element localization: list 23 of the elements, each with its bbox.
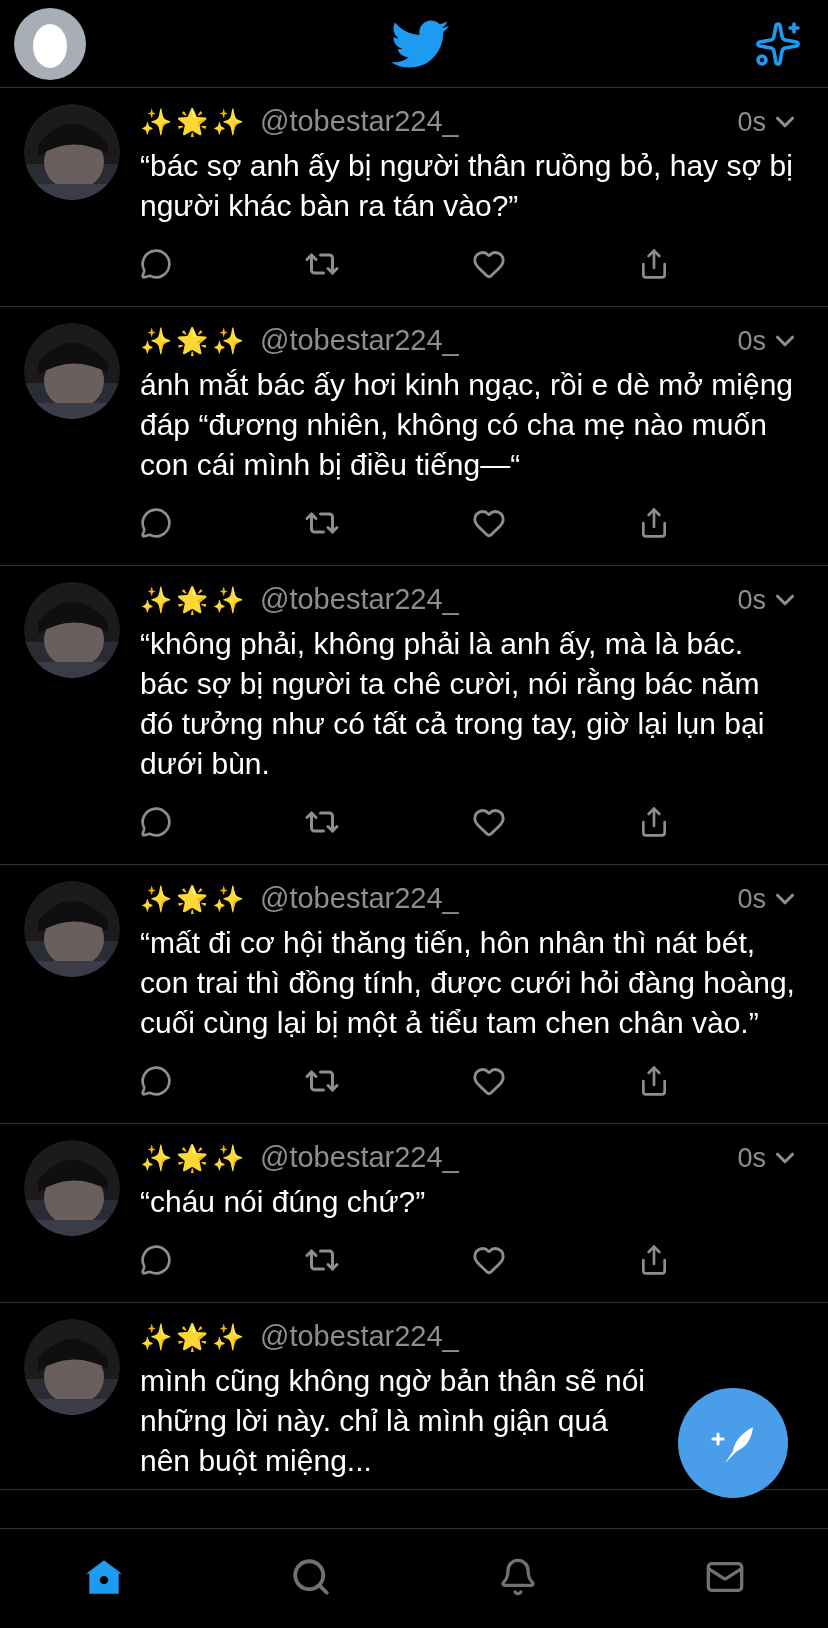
tweet-time: 0s xyxy=(737,105,766,139)
user-handle: @tobestar224_ xyxy=(260,323,459,359)
tweet-time: 0s xyxy=(737,583,766,617)
user-handle: @tobestar224_ xyxy=(260,582,459,618)
user-handle: @tobestar224_ xyxy=(260,104,459,140)
user-handle: @tobestar224_ xyxy=(260,1319,459,1355)
user-handle: @tobestar224_ xyxy=(260,1140,459,1176)
display-name: ✨🌟✨ xyxy=(140,583,248,617)
tweet-text: “không phải, không phải là anh ấy, mà là bác. bác sợ bị người ta chê cười, nói rằng bác năm đó tưởng như có tất cả trong tay, giờ lại lụn bại dưới bùn. xyxy=(140,626,766,782)
tweet-time: 0s xyxy=(737,882,766,916)
tweet-text: ánh mắt bác ấy hơi kinh ngạc, rồi e dè mở miệng đáp “đương nhiên, không có cha mẹ nào muốn con cái mình bị điều tiếng—“ xyxy=(140,367,794,483)
tweet-text: “bác sợ anh ấy bị người thân ruồng bỏ, hay sợ bị người khác bàn ra tán vào?” xyxy=(140,148,794,224)
tweet-time: 0s xyxy=(737,324,766,358)
user-handle: @tobestar224_ xyxy=(260,881,459,917)
display-name: ✨🌟✨ xyxy=(140,324,248,358)
tweet-text: mình cũng không ngờ bản thân sẽ nói những lời này. chỉ là mình giận quá nên buột miệng... xyxy=(140,1363,647,1479)
display-name: ✨🌟✨ xyxy=(140,1320,248,1354)
tweet-text: “cháu nói đúng chứ?” xyxy=(140,1184,427,1220)
display-name: ✨🌟✨ xyxy=(140,882,248,916)
tweet-text: “mất đi cơ hội thăng tiến, hôn nhân thì nát bét, con trai thì đồng tính, được cưới hỏi đàng hoàng, cuối cùng lại bị một ả tiểu tam chen chân vào.” xyxy=(140,925,796,1041)
display-name: ✨🌟✨ xyxy=(140,105,248,139)
tweet-time: 0s xyxy=(737,1141,766,1175)
display-name: ✨🌟✨ xyxy=(140,1141,248,1175)
